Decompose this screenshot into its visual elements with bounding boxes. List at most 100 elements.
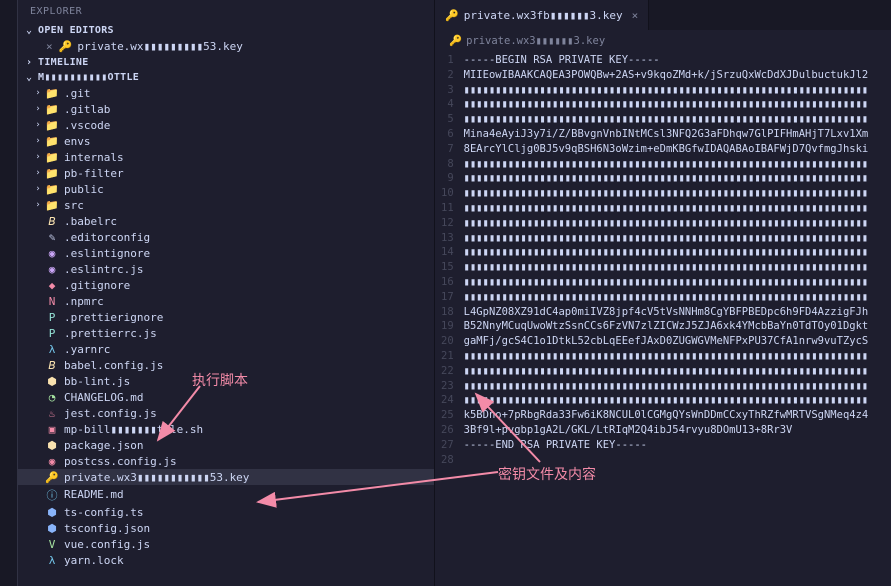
- file-row[interactable]: ›𝘉babel.config.js: [18, 357, 434, 373]
- timeline-label: TIMELINE: [38, 57, 89, 68]
- tree-item-label: .gitlab: [64, 103, 110, 116]
- tree-item-label: vue.config.js: [64, 538, 150, 551]
- tree-item-label: public: [64, 183, 104, 196]
- file-row[interactable]: ›P.prettierrc.js: [18, 325, 434, 341]
- chevron-right-icon: ›: [26, 57, 38, 68]
- file-icon: ♨: [44, 407, 60, 420]
- activity-bar[interactable]: [0, 0, 18, 586]
- tab-label: private.wx3fb▮▮▮▮▮▮3.key: [464, 9, 623, 22]
- tree-item-label: yarn.lock: [64, 554, 124, 567]
- file-icon: ◉: [44, 247, 60, 260]
- file-row[interactable]: ›▣mp-bill▮▮▮▮▮▮▮ttle.sh: [18, 421, 434, 437]
- file-icon: λ: [44, 554, 60, 567]
- file-icon: 𝘉: [44, 215, 60, 228]
- workspace-header[interactable]: ⌄ M▮▮▮▮▮▮▮▮▮▮OTTLE: [18, 70, 434, 85]
- file-icon: 𝘉: [44, 359, 60, 372]
- file-row[interactable]: ›✎.editorconfig: [18, 229, 434, 245]
- file-row[interactable]: ›◉.eslintignore: [18, 245, 434, 261]
- key-icon: 🔑: [59, 40, 73, 53]
- file-icon: ◔: [44, 391, 60, 404]
- key-icon: 🔑: [445, 9, 459, 22]
- file-row[interactable]: ›◉.eslintrc.js: [18, 261, 434, 277]
- folder-icon: 📁: [44, 103, 60, 116]
- tree-item-label: README.md: [64, 488, 124, 501]
- tabs: 🔑 private.wx3fb▮▮▮▮▮▮3.key ×: [435, 0, 891, 30]
- key-icon: 🔑: [449, 34, 462, 47]
- file-row[interactable]: ›⬢package.json: [18, 437, 434, 453]
- folder-row[interactable]: ›📁 .gitlab: [18, 101, 434, 117]
- folder-row[interactable]: ›📁envs: [18, 133, 434, 149]
- folder-row[interactable]: ›📁 public: [18, 181, 434, 197]
- chevron-right-icon: ›: [32, 104, 44, 114]
- tree-item-label: bb-lint.js: [64, 375, 130, 388]
- tree-item-label: pb-filter: [64, 167, 124, 180]
- open-editors-header[interactable]: ⌄ OPEN EDITORS: [18, 23, 434, 38]
- folder-row[interactable]: ›📁 pb-filter: [18, 165, 434, 181]
- tree-item-label: .babelrc: [64, 215, 117, 228]
- editor-area: 🔑 private.wx3fb▮▮▮▮▮▮3.key × 🔑 private.w…: [434, 0, 891, 586]
- chevron-right-icon: ›: [32, 184, 44, 194]
- workspace-label: M▮▮▮▮▮▮▮▮▮▮OTTLE: [38, 72, 139, 83]
- folder-icon: 📁: [44, 167, 60, 180]
- file-icon: ⓘ: [44, 487, 60, 503]
- code-area[interactable]: 1234567891011121314151617181920212223242…: [435, 51, 891, 586]
- file-row[interactable]: ›🔑private.wx3▮▮▮▮▮▮▮▮▮▮▮53.key: [18, 469, 434, 485]
- file-icon: P: [44, 311, 60, 324]
- file-row[interactable]: ›𝘉.babelrc: [18, 213, 434, 229]
- chevron-right-icon: ›: [32, 168, 44, 178]
- file-icon: N: [44, 295, 60, 308]
- tree-item-label: mp-bill▮▮▮▮▮▮▮ttle.sh: [64, 423, 203, 436]
- file-icon: P: [44, 327, 60, 340]
- folder-icon: 📁: [44, 183, 60, 196]
- tree-item-label: package.json: [64, 439, 143, 452]
- close-icon[interactable]: ×: [632, 9, 639, 22]
- file-row[interactable]: ›◆.gitignore: [18, 277, 434, 293]
- file-icon: ⬢: [44, 375, 60, 388]
- tree-item-label: .editorconfig: [64, 231, 150, 244]
- folder-icon: 📁: [44, 87, 60, 100]
- close-icon[interactable]: ×: [46, 40, 53, 53]
- tab-private-key[interactable]: 🔑 private.wx3fb▮▮▮▮▮▮3.key ×: [435, 0, 649, 30]
- folder-icon: 📁: [44, 119, 60, 132]
- tree-item-label: src: [64, 199, 84, 212]
- breadcrumb[interactable]: 🔑 private.wx3▮▮▮▮▮▮3.key: [435, 30, 891, 51]
- file-row[interactable]: ›◉postcss.config.js: [18, 453, 434, 469]
- tree-item-label: .git: [64, 87, 91, 100]
- code-content[interactable]: -----BEGIN RSA PRIVATE KEY-----MIIEowIBA…: [464, 51, 891, 586]
- folder-row[interactable]: ›📁.git: [18, 85, 434, 101]
- file-row[interactable]: ›N.npmrc: [18, 293, 434, 309]
- open-editor-item[interactable]: × 🔑 private.wx▮▮▮▮▮▮▮▮▮53.key: [18, 38, 434, 55]
- file-row[interactable]: ›P.prettierignore: [18, 309, 434, 325]
- tree-item-label: .prettierrc.js: [64, 327, 157, 340]
- folder-row[interactable]: ›📁internals: [18, 149, 434, 165]
- open-editors-label: OPEN EDITORS: [38, 25, 114, 36]
- file-row[interactable]: ›⬢tsconfig.json: [18, 520, 434, 536]
- file-tree: ›📁.git›📁.gitlab›📁.vscode›📁envs›📁internal…: [18, 85, 434, 586]
- file-icon: ◆: [44, 279, 60, 292]
- file-row[interactable]: ›⬢ts-config.ts: [18, 504, 434, 520]
- tree-item-label: private.wx3▮▮▮▮▮▮▮▮▮▮▮53.key: [64, 471, 249, 484]
- file-row[interactable]: ›λyarn.lock: [18, 552, 434, 568]
- chevron-right-icon: ›: [32, 152, 44, 162]
- breadcrumb-name: private.wx3▮▮▮▮▮▮3.key: [466, 35, 605, 47]
- tree-item-label: .yarnrc: [64, 343, 110, 356]
- file-row[interactable]: ›⬢bb-lint.js: [18, 373, 434, 389]
- file-row[interactable]: ›ⓘREADME.md: [18, 485, 434, 504]
- file-icon: ▣: [44, 423, 60, 436]
- folder-icon: 📁: [44, 135, 60, 148]
- tree-item-label: tsconfig.json: [64, 522, 150, 535]
- file-row[interactable]: ›◔CHANGELOG.md: [18, 389, 434, 405]
- tree-item-label: babel.config.js: [64, 359, 163, 372]
- file-row[interactable]: ›λ.yarnrc: [18, 341, 434, 357]
- folder-row[interactable]: ›📁.vscode: [18, 117, 434, 133]
- tree-item-label: CHANGELOG.md: [64, 391, 143, 404]
- tree-item-label: .npmrc: [64, 295, 104, 308]
- tree-item-label: .vscode: [64, 119, 110, 132]
- folder-row[interactable]: ›📁src: [18, 197, 434, 213]
- chevron-right-icon: ›: [32, 200, 44, 210]
- file-row[interactable]: ›Vvue.config.js: [18, 536, 434, 552]
- tree-item-label: .eslintrc.js: [64, 263, 143, 276]
- timeline-header[interactable]: › TIMELINE: [18, 55, 434, 70]
- file-icon: ⬢: [44, 522, 60, 535]
- file-row[interactable]: ›♨jest.config.js: [18, 405, 434, 421]
